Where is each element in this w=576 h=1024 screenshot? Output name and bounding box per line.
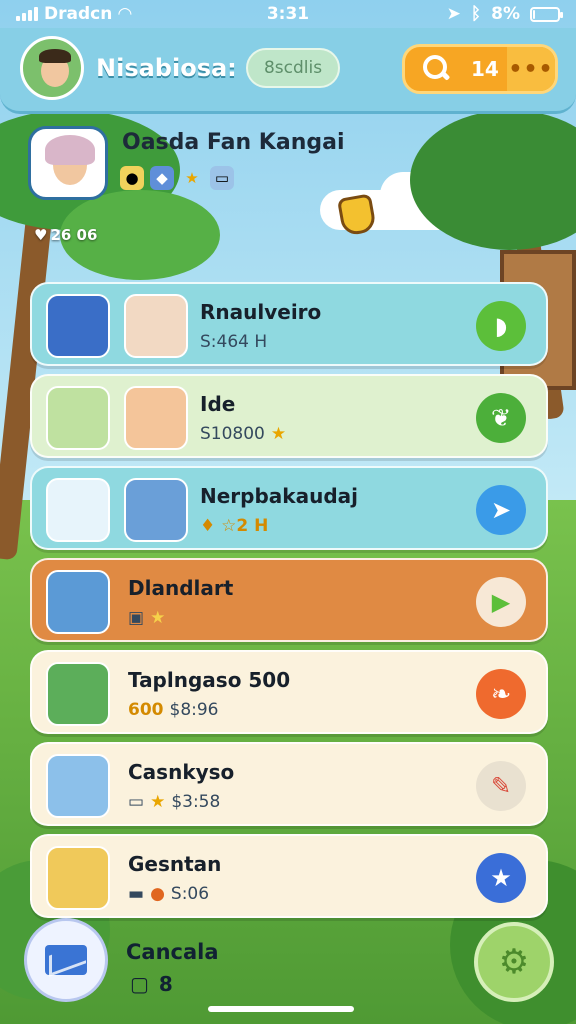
card-icon: ▭ <box>210 166 234 190</box>
list-item[interactable]: Ide S10800 ★ ❦ <box>30 374 548 458</box>
shield-icon: ◆ <box>150 166 174 190</box>
bar-icon: ▬ <box>128 884 145 904</box>
item-subtitle: ▭ ★ $3:58 <box>128 792 221 812</box>
header-title: Nisabiosa: <box>96 54 237 82</box>
item-subtitle: ▣ ★ <box>128 608 165 628</box>
avatar <box>46 386 110 450</box>
profile-badges: ● ◆ ★ ▭ <box>120 166 234 190</box>
item-subtitle: S10800 ★ <box>200 424 287 444</box>
count-value: 8 <box>158 972 173 996</box>
home-indicator[interactable] <box>208 1006 354 1012</box>
star-icon: ★ <box>150 608 166 628</box>
item-title: Ide <box>200 392 236 416</box>
profile-avatar[interactable] <box>28 126 108 200</box>
gear-icon: ⚙ <box>498 942 530 982</box>
chat-icon[interactable]: ◗ <box>476 301 526 351</box>
play-icon[interactable]: ▶ <box>476 577 526 627</box>
avatar <box>46 662 110 726</box>
cube-icon: ▢ <box>130 972 149 996</box>
item-subtitle: 600 $8:96 <box>128 700 219 720</box>
star-icon[interactable]: ★ <box>476 853 526 903</box>
leaf-icon[interactable]: ❦ <box>476 393 526 443</box>
item-title: Nerpbakaudaj <box>200 484 358 508</box>
clock: 3:31 <box>266 4 310 24</box>
star-icon: ★ <box>150 792 166 812</box>
list-item[interactable]: Taplngaso 500 600 $8:96 ❧ <box>30 650 548 734</box>
bottom-title: Cancala <box>126 940 219 964</box>
heart-icon: ♥ <box>34 226 48 244</box>
likes-value: 26 06 <box>50 226 98 244</box>
list-item[interactable]: Rnaulveiro S:464 H ◗ <box>30 282 548 366</box>
search-icon <box>415 49 455 89</box>
battery-icon <box>530 6 563 22</box>
settings-button[interactable]: ⚙ <box>474 922 554 1002</box>
star-icon: ★ <box>185 169 199 187</box>
list-item[interactable]: Casnkyso ▭ ★ $3:58 ✎ <box>30 742 548 826</box>
bottom-counter: ▢ 8 <box>130 972 173 996</box>
list-item[interactable]: Dlandlart ▣ ★ ▶ <box>30 558 548 642</box>
star-icon: ★ <box>270 424 287 444</box>
item-subtitle: S:464 H <box>200 332 268 352</box>
item-subtitle: ♦ ☆2 H <box>200 516 269 536</box>
coin-icon: ● <box>150 884 165 904</box>
app-thumbnail <box>46 294 110 358</box>
profile-name: Oasda Fan Kangai <box>122 130 345 155</box>
list-item[interactable]: Gesntan ▬ ● S:06 ★ <box>30 834 548 918</box>
more-options-button[interactable]: ••• <box>507 47 555 91</box>
item-title: Casnkyso <box>128 760 235 784</box>
status-bar: Dradcn ◠ 3:31 ➤ ᛒ 8% <box>0 0 576 28</box>
item-title: Rnaulveiro <box>200 300 322 324</box>
coin-icon: ● <box>120 166 144 190</box>
avatar <box>46 754 110 818</box>
item-subtitle: ▬ ● S:06 <box>128 884 210 904</box>
item-title: Dlandlart <box>128 576 234 600</box>
avatar <box>124 294 188 358</box>
search-button[interactable]: 14 ••• <box>402 44 558 94</box>
app-thumbnail <box>124 478 188 542</box>
mail-icon <box>45 945 87 975</box>
item-title: Gesntan <box>128 852 222 876</box>
avatar <box>46 846 110 910</box>
search-count: 14 <box>471 57 499 81</box>
filter-pill[interactable]: 8scdlis <box>246 48 340 88</box>
pencil-icon[interactable]: ✎ <box>476 761 526 811</box>
item-title: Taplngaso 500 <box>128 668 291 692</box>
leaf-orange-icon[interactable]: ❧ <box>476 669 526 719</box>
user-avatar[interactable] <box>20 36 84 100</box>
avatar <box>124 386 188 450</box>
mail-button[interactable] <box>24 918 108 1002</box>
app-thumbnail <box>46 478 110 542</box>
globe-thumbnail <box>46 570 110 634</box>
map-icon: ▣ <box>128 608 145 628</box>
header-bar: Nisabiosa: 8scdlis 14 ••• <box>0 28 576 114</box>
list-item[interactable]: Nerpbakaudaj ♦ ☆2 H ➤ <box>30 466 548 550</box>
likes-counter: ♥ 26 06 <box>34 226 97 244</box>
send-icon[interactable]: ➤ <box>476 485 526 535</box>
card-icon: ▭ <box>128 792 145 812</box>
